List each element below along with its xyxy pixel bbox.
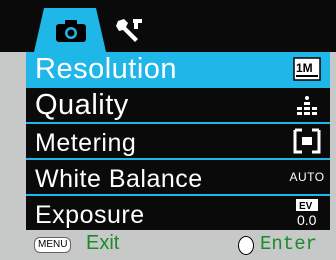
ev-icon: EV 0.0: [290, 199, 324, 228]
exit-label[interactable]: Exit: [86, 232, 119, 255]
camera-icon: [56, 20, 86, 42]
ev-value-text: 0.0: [297, 212, 317, 228]
menu-list: Resolution 1M Quality Metering White Bal…: [26, 52, 330, 230]
ev-badge-text: EV: [299, 201, 313, 212]
enter-label[interactable]: Enter: [260, 233, 317, 255]
menu-item-label: White Balance: [35, 165, 203, 193]
resolution-value-text: 1M: [296, 61, 313, 75]
menu-item-label: Quality: [35, 89, 129, 121]
menu-item-label: Resolution: [35, 53, 178, 85]
quality-dots-icon: [290, 91, 324, 119]
menu-item-label: Exposure: [35, 201, 145, 229]
wb-value-text: AUTO: [289, 170, 325, 184]
menu-item-quality[interactable]: Quality: [26, 88, 330, 122]
menu-item-resolution[interactable]: Resolution 1M: [26, 52, 330, 86]
enter-button-icon: [238, 236, 254, 255]
menu-item-exposure[interactable]: Exposure EV 0.0: [26, 196, 330, 230]
tab-setup[interactable]: [110, 8, 150, 52]
wb-auto-icon: AUTO: [289, 163, 325, 191]
camera-menu-screen: Resolution 1M Quality Metering White Bal…: [0, 0, 336, 260]
footer: MENU Exit Enter: [0, 230, 336, 260]
menu-item-label: Metering: [35, 129, 137, 157]
resolution-1m-icon: 1M: [290, 55, 324, 83]
menu-item-metering[interactable]: Metering: [26, 124, 330, 158]
menu-item-white-balance[interactable]: White Balance AUTO: [26, 160, 330, 194]
tools-icon: [116, 19, 142, 42]
menu-key-icon: MENU: [34, 237, 72, 253]
tab-strip: [0, 0, 336, 52]
tab-camera[interactable]: [34, 8, 106, 52]
metering-center-icon: [290, 127, 324, 155]
